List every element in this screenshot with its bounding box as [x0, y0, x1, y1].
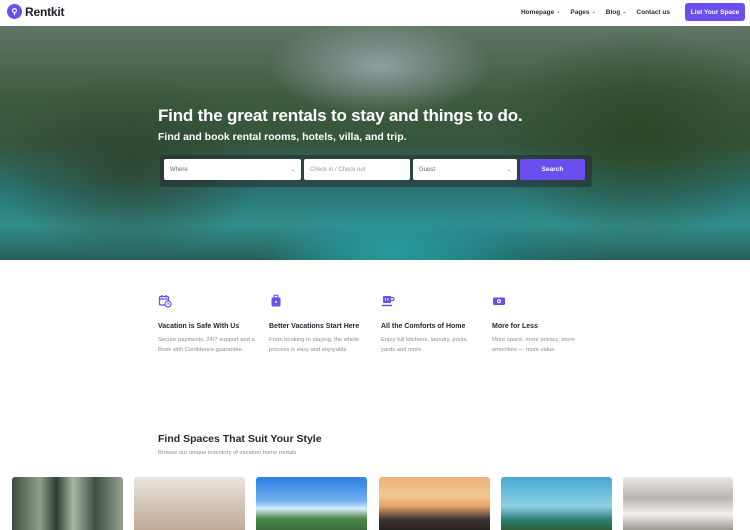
guest-placeholder: Guest: [419, 166, 436, 173]
brand-name: Rentkit: [25, 4, 65, 19]
hero-title: Find the great rentals to stay and thing…: [158, 106, 523, 125]
nav-item-pages[interactable]: Pages ⌄: [570, 9, 595, 16]
dates-input[interactable]: Check in / Check out: [304, 159, 410, 180]
feature-title: Better Vacations Start Here: [269, 323, 360, 330]
hero-subtitle: Find and book rental rooms, hotels, vill…: [158, 131, 407, 143]
space-card[interactable]: [12, 477, 123, 530]
section-subtitle: Browse our unique inventory of vacation …: [158, 450, 297, 456]
location-pin-icon: [7, 4, 22, 19]
chevron-down-icon: ⌄: [556, 9, 561, 15]
list-your-space-button[interactable]: List Your Space: [685, 3, 745, 21]
dates-placeholder: Check in / Check out: [310, 166, 366, 173]
nav-item-label: Pages: [570, 8, 590, 16]
chevron-down-icon: ⌄: [591, 9, 596, 15]
feature-item: More for Less More space, more privacy, …: [492, 294, 592, 353]
nav-item-contact-us[interactable]: Contact us: [636, 9, 670, 16]
guest-select[interactable]: Guest ⌄: [413, 159, 517, 180]
space-card[interactable]: [623, 477, 733, 530]
nav-item-label: Homepage: [520, 8, 555, 16]
features-section: Vacation is Safe With Us Secure payments…: [158, 294, 608, 374]
hero-banner: Find the great rentals to stay and thing…: [0, 26, 750, 260]
section-title: Find Spaces That Suit Your Style: [158, 433, 322, 445]
chevron-down-icon: ⌄: [290, 166, 295, 173]
chevron-down-icon: ⌄: [622, 9, 627, 15]
feature-description: More space, more privacy, more amenities…: [492, 337, 575, 353]
search-button[interactable]: Search: [520, 159, 585, 180]
nav-item-label: Blog: [605, 8, 621, 16]
feature-item: All the Comforts of Home Enjoy full kitc…: [381, 294, 481, 353]
space-card[interactable]: [256, 477, 367, 530]
search-bar: Where ⌄ Check in / Check out Guest ⌄ Sea…: [160, 155, 592, 187]
main-nav: Homepage ⌄ Pages ⌄ Blog ⌄ Contact us: [521, 0, 670, 24]
space-card[interactable]: [134, 477, 245, 530]
feature-item: Better Vacations Start Here From booking…: [269, 294, 369, 353]
where-select[interactable]: Where ⌄: [164, 159, 301, 180]
feature-description: Secure payments, 24/7 support and a Book…: [158, 337, 255, 353]
money-icon: [492, 295, 506, 312]
feature-item: Vacation is Safe With Us Secure payments…: [158, 294, 258, 353]
suitcase-icon: [269, 294, 283, 312]
calendar-clock-icon: [158, 295, 172, 312]
nav-item-blog[interactable]: Blog ⌄: [606, 9, 627, 16]
hero-content: Find the great rentals to stay and thing…: [0, 26, 750, 260]
nav-item-homepage[interactable]: Homepage ⌄: [521, 9, 560, 16]
chevron-down-icon: ⌄: [506, 166, 511, 173]
nav-item-label: Contact us: [636, 8, 670, 16]
space-cards: [12, 477, 750, 530]
space-card[interactable]: [379, 477, 490, 530]
coffee-cup-icon: [381, 295, 395, 312]
brand-logo[interactable]: Rentkit: [7, 4, 64, 19]
feature-description: Enjoy full kitchens, laundry, pools, yar…: [381, 337, 468, 353]
feature-description: From booking to staying, the whole proce…: [269, 337, 359, 353]
feature-title: More for Less: [492, 323, 538, 330]
feature-title: Vacation is Safe With Us: [158, 323, 240, 330]
feature-title: All the Comforts of Home: [381, 323, 466, 330]
space-card[interactable]: [501, 477, 612, 530]
site-header: Rentkit Homepage ⌄ Pages ⌄ Blog ⌄ Contact u…: [0, 0, 750, 26]
where-placeholder: Where: [170, 166, 188, 173]
